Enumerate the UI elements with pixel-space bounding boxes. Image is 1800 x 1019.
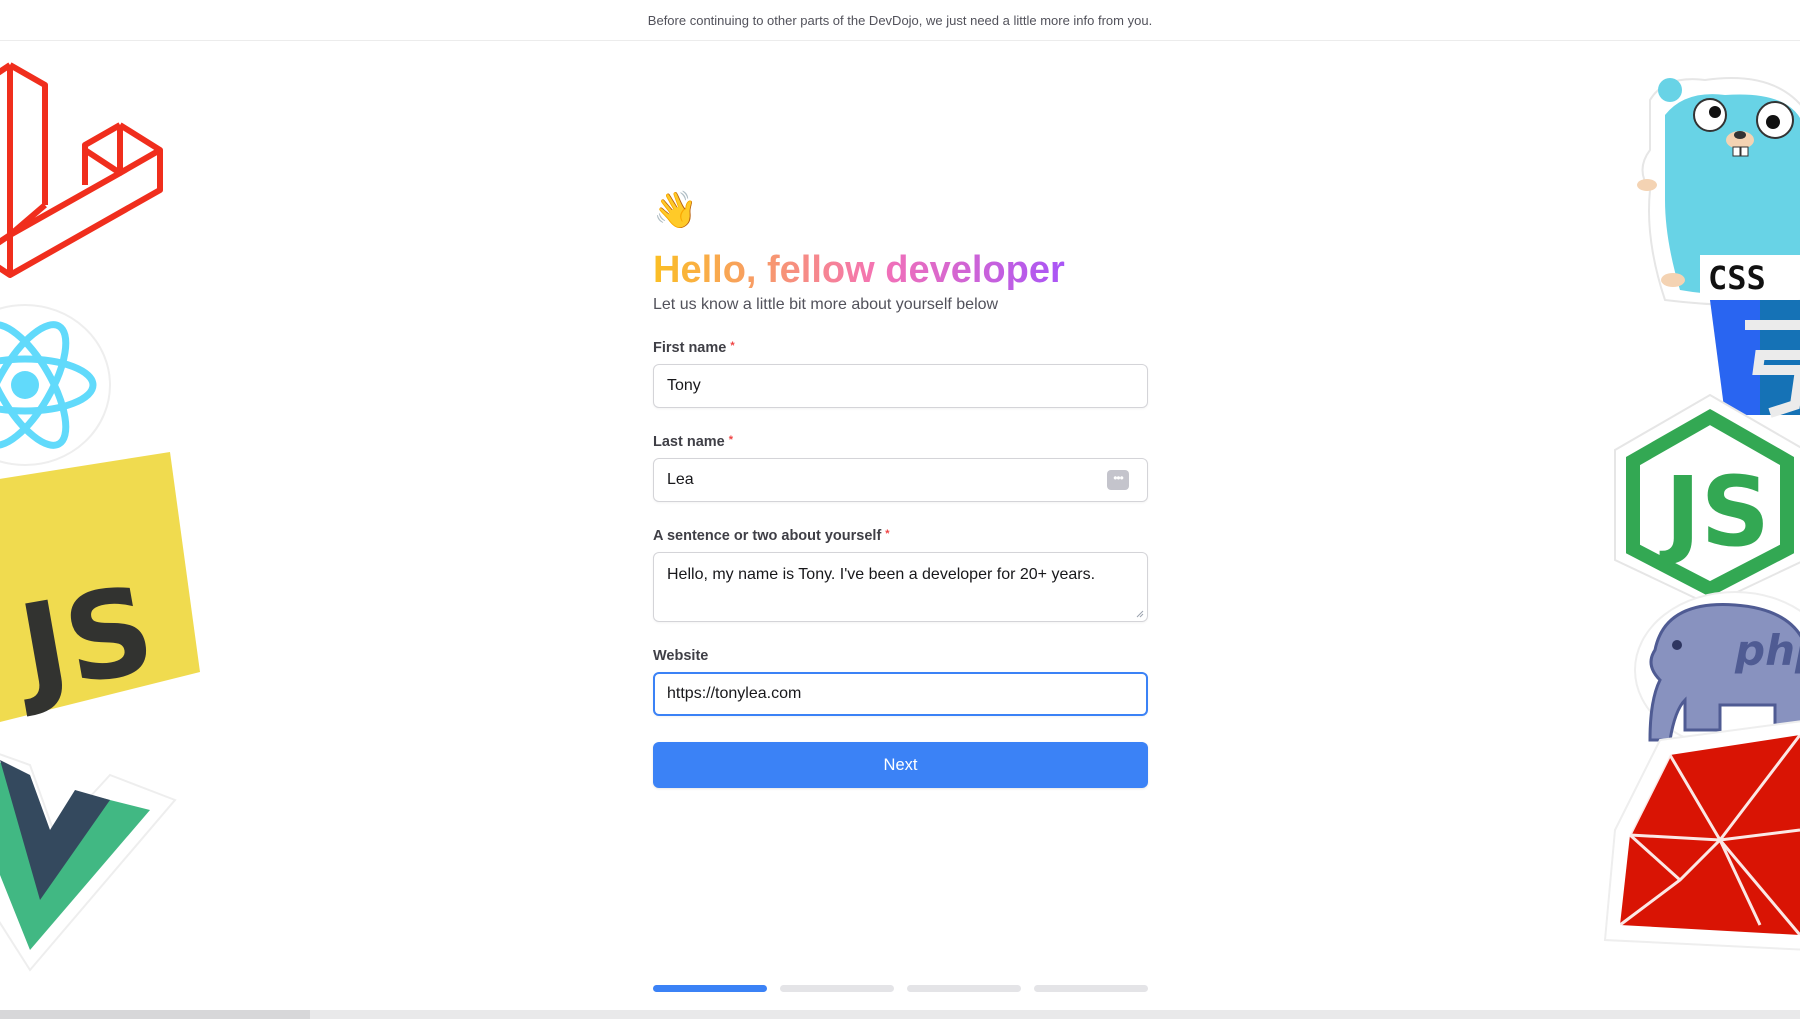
last-name-value: Lea bbox=[667, 471, 694, 488]
about-group: A sentence or two about yourself * Hello,… bbox=[653, 528, 1148, 622]
react-logo bbox=[0, 304, 111, 466]
css-sticker-text: CSS bbox=[1708, 259, 1766, 297]
page-subtitle: Let us know a little bit more about your… bbox=[653, 296, 999, 313]
website-label: Website bbox=[653, 648, 709, 664]
node-sticker-text: JS bbox=[1659, 456, 1770, 568]
next-button[interactable]: Next bbox=[653, 742, 1148, 788]
step-progress bbox=[653, 985, 1148, 992]
php-sticker-text: php bbox=[1734, 626, 1800, 675]
waving-hand-icon: 👋 bbox=[653, 189, 698, 230]
required-indicator: * bbox=[885, 528, 890, 540]
vue-logo bbox=[0, 753, 177, 972]
step-indicator-2 bbox=[780, 985, 894, 992]
required-indicator: * bbox=[730, 340, 735, 352]
first-name-group: First name * Tony bbox=[653, 340, 1148, 408]
step-indicator-4 bbox=[1034, 985, 1148, 992]
onboarding-notice-bar: Before continuing to other parts of the … bbox=[0, 0, 1800, 41]
resize-handle-icon[interactable] bbox=[1136, 610, 1144, 618]
step-indicator-1 bbox=[653, 985, 767, 992]
ruby-logo bbox=[1603, 720, 1800, 951]
website-field[interactable]: https://tonylea.com bbox=[653, 672, 1148, 716]
last-name-label: Last name * bbox=[653, 434, 734, 450]
first-name-field[interactable]: Tony bbox=[653, 364, 1148, 408]
javascript-logo: JS bbox=[0, 452, 200, 722]
last-name-field[interactable]: Lea ••• bbox=[653, 458, 1148, 502]
ellipsis-key-icon[interactable]: ••• bbox=[1107, 470, 1129, 490]
laravel-logo bbox=[0, 52, 173, 288]
notice-text: Before continuing to other parts of the … bbox=[647, 12, 1153, 28]
css3-logo: CSS bbox=[1700, 255, 1800, 418]
about-label: A sentence or two about yourself * bbox=[653, 528, 890, 544]
nodejs-logo: JS bbox=[1614, 393, 1800, 607]
onboarding-form: 👋 Hello, fellow developer Let us know a … bbox=[653, 190, 1148, 788]
website-value: https://tonylea.com bbox=[667, 685, 802, 702]
website-group: Website https://tonylea.com bbox=[653, 648, 1148, 716]
step-indicator-3 bbox=[907, 985, 1021, 992]
page-title: Hello, fellow developer bbox=[653, 249, 1065, 291]
window-bottom-edge bbox=[0, 1010, 1800, 1019]
first-name-value: Tony bbox=[667, 377, 701, 394]
first-name-label: First name * bbox=[653, 340, 735, 356]
last-name-group: Last name * Lea ••• bbox=[653, 434, 1148, 502]
about-value: Hello, my name is Tony. I've been a deve… bbox=[667, 566, 1096, 583]
about-textarea[interactable]: Hello, my name is Tony. I've been a deve… bbox=[653, 552, 1148, 622]
required-indicator: * bbox=[728, 434, 734, 446]
